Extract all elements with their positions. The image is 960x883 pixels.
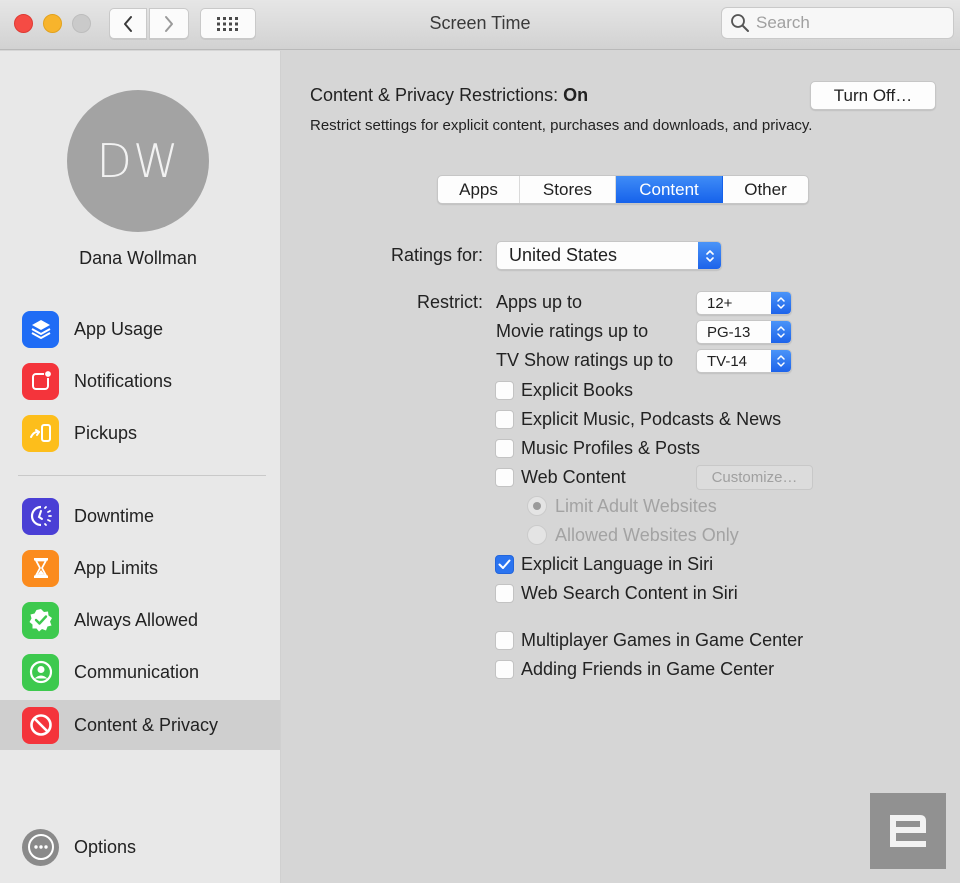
sidebar-item-label: Downtime [74, 505, 155, 526]
movie-rating-select[interactable]: PG-13 [696, 320, 792, 344]
checkbox-label: Web Search Content in Siri [521, 582, 738, 603]
web-content-checkbox[interactable]: Web Content [495, 465, 626, 489]
sidebar-item-label: Notifications [74, 370, 173, 391]
checkbox-checked[interactable] [495, 554, 514, 574]
tab-stores[interactable]: Stores [520, 176, 616, 203]
pickup-phone-icon [22, 414, 59, 452]
options-label: Options [74, 836, 137, 857]
sidebar-divider [18, 475, 266, 476]
search-field[interactable]: Search [721, 7, 954, 39]
sidebar-item-label: Always Allowed [74, 609, 199, 630]
checkbox[interactable] [495, 583, 514, 603]
apps-rating-value: 12+ [707, 294, 733, 312]
checkbox[interactable] [495, 438, 514, 458]
tv-rating-select[interactable]: TV-14 [696, 349, 792, 373]
updown-chevron-icon [771, 292, 791, 314]
sidebar-item-content-privacy[interactable]: Content & Privacy [0, 700, 280, 750]
updown-chevron-icon [698, 242, 721, 269]
checkbox-label: Adding Friends in Game Center [521, 658, 775, 679]
sidebar-item-label: Communication [74, 661, 200, 682]
sidebar-item-notifications[interactable]: Notifications [0, 356, 280, 406]
allowed-websites-only-radio[interactable]: Allowed Websites Only [527, 523, 739, 547]
checkbox[interactable] [495, 380, 514, 400]
checkbox-label: Web Content [521, 466, 626, 487]
options-button[interactable]: Options [0, 822, 280, 872]
sidebar-item-label: App Usage [74, 318, 164, 339]
content-privacy-pane: Content & Privacy Restrictions: On Restr… [281, 51, 960, 883]
sidebar-item-label: Pickups [74, 422, 138, 443]
sidebar-item-app-usage[interactable]: App Usage [0, 304, 280, 354]
restrictions-status: Content & Privacy Restrictions: On [310, 85, 588, 106]
checkmark-seal-icon [22, 601, 59, 639]
radio-selected-dot [533, 502, 541, 510]
restrict-label: Restrict: [416, 292, 483, 312]
explicit-music-checkbox[interactable]: Explicit Music, Podcasts & News [495, 407, 781, 431]
limit-adult-websites-radio[interactable]: Limit Adult Websites [527, 494, 717, 518]
category-tabs: Apps Stores Content Other [437, 175, 809, 204]
checkbox[interactable] [495, 467, 514, 487]
explicit-books-checkbox[interactable]: Explicit Books [495, 378, 633, 402]
prohibited-icon [22, 706, 59, 744]
explicit-language-siri-checkbox[interactable]: Explicit Language in Siri [495, 552, 713, 576]
restrictions-description: Restrict settings for explicit content, … [310, 117, 813, 134]
checkbox[interactable] [495, 630, 514, 650]
radio-button[interactable] [527, 496, 547, 516]
tab-other[interactable]: Other [723, 176, 808, 203]
movie-rating-value: PG-13 [707, 323, 751, 341]
checkbox-label: Multiplayer Games in Game Center [521, 629, 804, 650]
sidebar-item-downtime[interactable]: Downtime [0, 491, 280, 541]
updown-chevron-icon [771, 350, 791, 372]
engadget-logo [870, 793, 946, 869]
web-search-siri-checkbox[interactable]: Web Search Content in Siri [495, 581, 738, 605]
search-icon [731, 14, 749, 32]
checkbox-label: Explicit Music, Podcasts & News [521, 408, 782, 429]
notification-badge-icon [22, 362, 59, 400]
ratings-country-value: United States [509, 245, 618, 265]
checkbox-label: Music Profiles & Posts [521, 437, 701, 458]
tv-rating-value: TV-14 [707, 352, 748, 370]
sidebar: DW Dana Wollman App Usage Notifications … [0, 51, 281, 883]
sidebar-item-label: App Limits [74, 557, 159, 578]
tab-content[interactable]: Content [616, 176, 723, 203]
multiplayer-games-checkbox[interactable]: Multiplayer Games in Game Center [495, 628, 803, 652]
sidebar-item-app-limits[interactable]: App Limits [0, 543, 280, 593]
radio-label: Limit Adult Websites [555, 495, 717, 516]
customize-button[interactable]: Customize… [696, 465, 813, 490]
apps-rating-select[interactable]: 12+ [696, 291, 792, 315]
adding-friends-checkbox[interactable]: Adding Friends in Game Center [495, 657, 774, 681]
checkbox[interactable] [495, 659, 514, 679]
movie-ratings-label: Movie ratings up to [496, 321, 649, 341]
ratings-country-select[interactable]: United States [496, 241, 722, 270]
checkbox-label: Explicit Language in Siri [521, 553, 714, 574]
radio-button[interactable] [527, 525, 547, 545]
tab-apps[interactable]: Apps [438, 176, 520, 203]
sidebar-item-always-allowed[interactable]: Always Allowed [0, 595, 280, 645]
sidebar-item-communication[interactable]: Communication [0, 647, 280, 697]
ratings-for-label: Ratings for: [390, 245, 483, 265]
sidebar-item-pickups[interactable]: Pickups [0, 408, 280, 458]
checkmark-icon [498, 559, 511, 569]
engadget-e-icon [890, 815, 926, 847]
music-profiles-checkbox[interactable]: Music Profiles & Posts [495, 436, 700, 460]
layers-icon [22, 310, 59, 348]
search-placeholder: Search [756, 13, 810, 32]
sidebar-item-label: Content & Privacy [74, 714, 219, 735]
tv-ratings-label: TV Show ratings up to [496, 350, 674, 370]
title-bar: Screen Time Search [0, 0, 960, 50]
person-circle-icon [22, 653, 59, 691]
status-value: On [563, 85, 589, 105]
checkbox[interactable] [495, 409, 514, 429]
updown-chevron-icon [771, 321, 791, 343]
user-name: Dana Wollman [79, 248, 197, 268]
downtime-clock-icon [22, 497, 59, 535]
hourglass-icon [22, 549, 59, 587]
radio-label: Allowed Websites Only [555, 524, 739, 545]
ellipsis-circle-icon [22, 828, 59, 866]
avatar[interactable]: DW [67, 90, 209, 232]
status-label: Content & Privacy Restrictions: [310, 85, 559, 105]
checkbox-label: Explicit Books [521, 379, 634, 400]
turn-off-button[interactable]: Turn Off… [810, 81, 936, 110]
apps-up-to-label: Apps up to [496, 292, 583, 312]
